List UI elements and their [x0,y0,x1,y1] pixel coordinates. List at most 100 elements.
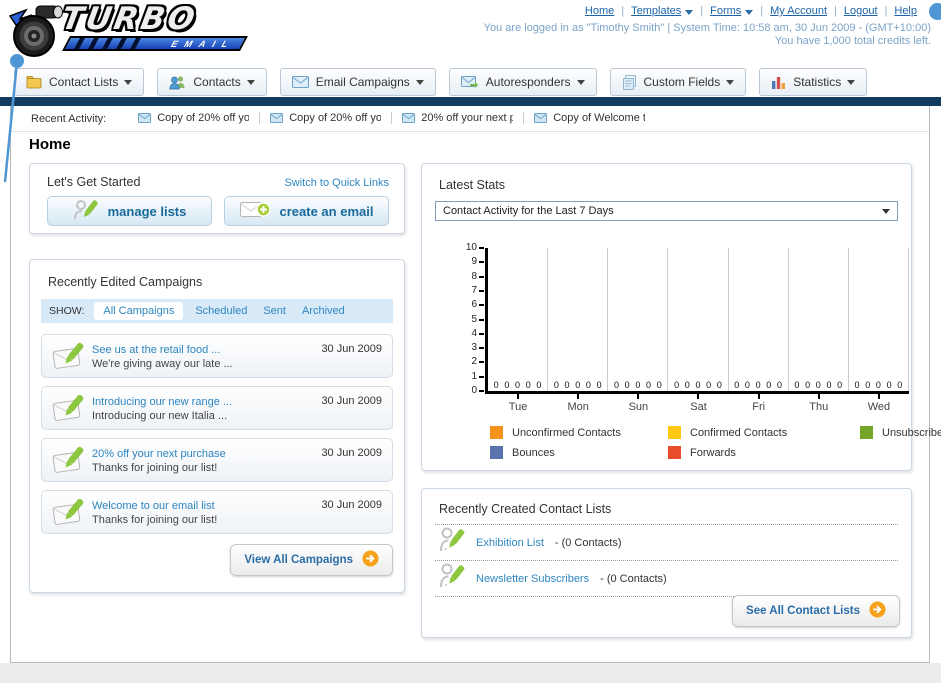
login-status-text: You are logged in as "Timothy Smith" | S… [483,22,931,34]
navy-divider-bar [0,97,941,106]
nav-link-templates[interactable]: Templates [631,5,694,17]
contact-list-item[interactable]: Newsletter Subscribers - (0 Contacts) [435,561,898,597]
campaign-text: 20% off your next purchase Thanks for joi… [92,446,321,475]
view-all-campaigns-button[interactable]: View All Campaigns [230,544,393,576]
stats-period-select[interactable]: Contact Activity for the Last 7 Days [435,201,898,221]
bar-value-label: 0 [695,380,701,390]
tab-contact-lists[interactable]: Contact Lists [14,68,145,96]
contact-list-link[interactable]: Exhibition List [476,537,544,549]
y-axis-tick-label: 5 [471,313,484,325]
campaign-row[interactable]: Welcome to our email list Thanks for join… [41,490,393,534]
tab-email-campaigns[interactable]: Email Campaigns [279,68,436,96]
app-logo[interactable]: TURBO EMAIL [6,1,248,60]
latest-stats-title: Latest Stats [439,178,506,192]
campaign-date: 30 Jun 2009 [321,499,382,511]
campaign-title-link[interactable]: See us at the retail food ... [92,344,220,356]
bar-value-label: 0 [525,380,531,390]
y-axis-tick-label: 10 [465,242,485,253]
y-axis-tick-label: 2 [471,356,484,368]
campaign-row[interactable]: 20% off your next purchase Thanks for joi… [41,438,393,482]
nav-link-home[interactable]: Home [585,5,614,17]
filter-all-campaigns[interactable]: All Campaigns [94,302,184,320]
contact-list-item[interactable]: Exhibition List - (0 Contacts) [435,525,898,561]
axis-tick [517,394,520,399]
y-axis-tick-label: 9 [471,256,484,268]
recent-activity-item[interactable]: 20% off your next p [392,111,525,124]
campaign-edit-icon [52,497,92,527]
view-all-campaigns-label: View All Campaigns [244,554,353,566]
manage-lists-button[interactable]: manage lists [47,196,212,226]
bar-value-label: 0 [755,380,761,390]
envelope-icon [291,76,309,88]
bar-value-label: 0 [854,380,860,390]
chart-legend: Unconfirmed Contacts Confirmed Contacts Un… [490,426,941,459]
see-all-contact-lists-button[interactable]: See All Contact Lists [732,595,900,627]
axis-tick [817,394,820,399]
bar-value-label: 0 [515,380,521,390]
campaign-row[interactable]: See us at the retail food ... We're givin… [41,334,393,378]
recent-activity-item-label: Copy of Welcome to [553,111,646,124]
y-axis-tick-label: 3 [471,342,484,354]
logo-stripes [65,38,149,49]
recent-contact-lists-title: Recently Created Contact Lists [439,502,612,516]
campaign-title-link[interactable]: 20% off your next purchase [92,448,226,460]
y-axis-tick-label: 4 [471,327,484,339]
axis-tick [697,394,700,399]
chart-y-axis: 10 9 8 7 6 5 4 3 2 1 0 [457,243,485,396]
campaign-subtitle: Thanks for joining our list! [92,461,218,474]
x-axis-label: Sun [608,394,668,413]
filter-archived[interactable]: Archived [302,305,345,317]
chevron-down-icon [124,79,133,85]
recent-activity-item-label: Copy of 20% off yo [289,111,382,124]
bar-value-label: 0 [596,380,602,390]
chart-day-column: 00000 [548,248,609,391]
tab-custom-fields[interactable]: Custom Fields [609,68,747,96]
envelope-icon [270,112,284,123]
envelope-icon [138,112,152,123]
chart-day-column: 00000 [608,248,669,391]
recent-activity-item[interactable]: Copy of 20% off yo [128,111,261,124]
filter-scheduled[interactable]: Scheduled [195,305,247,317]
contact-list-items: Exhibition List - (0 Contacts) Newsletter … [435,524,898,597]
x-axis-label-text: Mon [567,401,589,413]
recent-activity-items: Copy of 20% off yo Copy of 20% off yo 20% … [128,111,655,126]
campaign-filters: All Campaigns Scheduled Sent Archived [94,302,360,320]
legend-label: Unsubscribes [882,426,941,439]
tab-contacts[interactable]: Contacts [157,68,267,96]
tab-autoresponders[interactable]: Autoresponders [448,68,597,96]
create-email-button[interactable]: create an email [224,196,389,226]
nav-link-forms[interactable]: Forms [710,5,754,17]
bar-value-label: 0 [875,380,881,390]
logo-email-bar: EMAIL [62,36,248,51]
nav-link-help[interactable]: Help [894,5,917,17]
person-pencil-icon [73,198,99,225]
chevron-down-icon [576,79,585,85]
recent-activity-item[interactable]: Copy of Welcome to [524,112,655,124]
campaign-row[interactable]: Introducing our new range ... Introducing… [41,386,393,430]
statistics-icon [771,75,786,89]
x-axis-label-text: Wed [867,401,891,413]
bar-value-label: 0 [805,380,811,390]
chart-day-column: 00000 [849,248,909,391]
contact-list-link[interactable]: Newsletter Subscribers [476,573,589,585]
campaign-date: 30 Jun 2009 [321,395,382,407]
nav-link-logout[interactable]: Logout [844,5,878,17]
bar-value-label: 0 [504,380,510,390]
tab-label: Contact Lists [49,75,119,89]
bar-value-label: 0 [776,380,782,390]
filter-sent[interactable]: Sent [263,305,286,317]
nav-link-my-account[interactable]: My Account [770,5,827,17]
contact-list-count: - (0 Contacts) [554,536,622,549]
campaign-title-link[interactable]: Welcome to our email list [92,500,215,512]
y-axis-tick-label: 0 [471,385,484,396]
chevron-down-icon [847,79,856,85]
arrow-circle-icon [869,601,886,621]
help-bubble-icon[interactable] [929,3,941,20]
recent-contact-lists-panel: Recently Created Contact Lists Exhibitio… [421,488,912,638]
recent-activity-item[interactable]: Copy of 20% off yo [260,111,393,124]
switch-quick-links-link[interactable]: Switch to Quick Links [284,177,389,189]
campaign-title-link[interactable]: Introducing our new range ... [92,396,232,408]
tab-statistics[interactable]: Statistics [759,68,868,96]
x-axis-label-text: Sat [690,401,707,413]
chevron-down-icon [726,79,735,85]
